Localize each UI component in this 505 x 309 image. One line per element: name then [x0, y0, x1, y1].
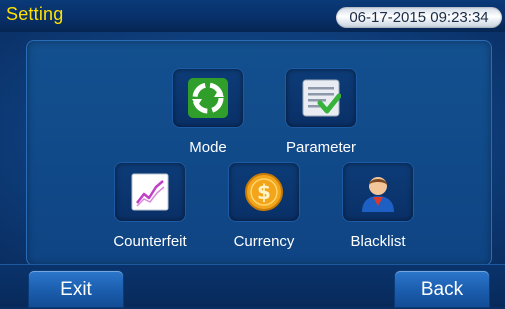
- mode-button[interactable]: [173, 69, 243, 127]
- datetime-display: 06-17-2015 09:23:34: [336, 7, 502, 28]
- counterfeit-label: Counterfeit: [113, 233, 187, 250]
- mode-icon: [188, 78, 228, 118]
- currency-button[interactable]: $: [229, 163, 299, 221]
- blacklist-label: Blacklist: [350, 233, 406, 250]
- svg-text:$: $: [257, 180, 271, 204]
- blacklist-button[interactable]: [343, 163, 413, 221]
- parameter-icon: [302, 79, 341, 117]
- counterfeit-icon: [131, 173, 169, 211]
- currency-icon: $: [245, 173, 283, 211]
- currency-label: Currency: [233, 233, 295, 250]
- back-button[interactable]: Back: [395, 271, 489, 307]
- page-title: Setting: [6, 4, 64, 24]
- exit-button[interactable]: Exit: [29, 271, 123, 307]
- parameter-label: Parameter: [285, 139, 357, 156]
- mode-label: Mode: [189, 139, 227, 156]
- bottom-bar: Exit Back: [0, 264, 505, 307]
- counterfeit-button[interactable]: [115, 163, 185, 221]
- settings-panel: Mode Parameter Counterfeit $ Currency Bl…: [26, 40, 492, 266]
- parameter-button[interactable]: [286, 69, 356, 127]
- blacklist-icon: [362, 177, 394, 212]
- title-bar: Setting 06-17-2015 09:23:34: [0, 0, 505, 33]
